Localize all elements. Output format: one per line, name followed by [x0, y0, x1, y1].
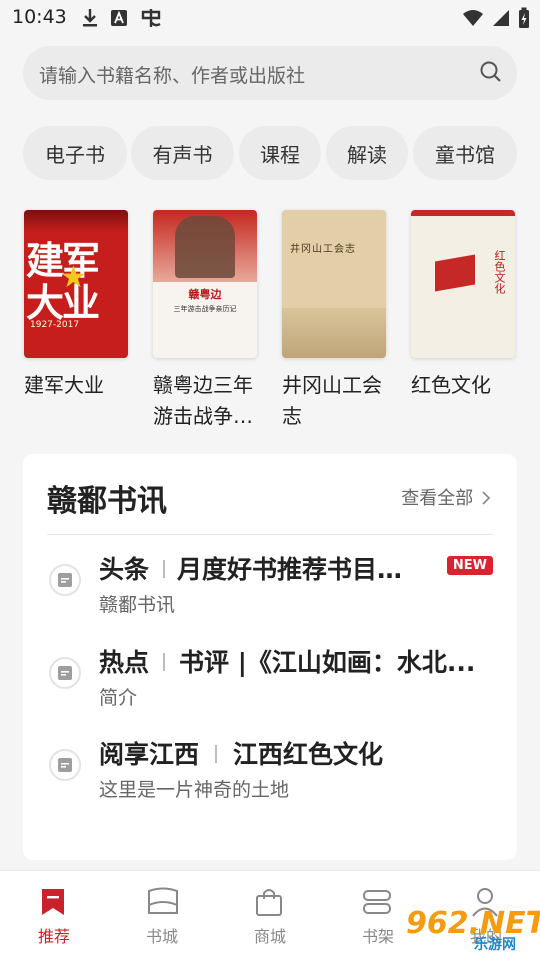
- cover-years: 1927-2017: [30, 320, 80, 330]
- bookmark-icon[interactable]: [38, 887, 68, 921]
- news-subtitle: 简介: [99, 687, 138, 709]
- news-tag[interactable]: 阅享江西: [99, 735, 199, 771]
- nav-label[interactable]: 商城: [216, 923, 324, 947]
- book-title[interactable]: 井冈山工会志: [282, 370, 394, 432]
- status-bar: 10:43: [0, 0, 540, 38]
- category-ebook[interactable]: 电子书: [23, 126, 127, 180]
- watermark-text: 962.NET: [406, 906, 540, 941]
- category-interpretation[interactable]: 解读: [326, 126, 408, 180]
- search-placeholder[interactable]: 请输入书籍名称、作者或出版社: [39, 61, 305, 88]
- separator: [163, 560, 165, 578]
- star-icon: ★: [60, 260, 87, 295]
- news-card: 赣鄱书讯 查看全部 头条 月度好书推荐书目（... NEW 赣鄱书讯 热点 书评…: [23, 454, 517, 860]
- book-cover[interactable]: 赣粤边 三年游击战争亲历记: [153, 210, 257, 358]
- new-badge: NEW: [446, 556, 493, 575]
- font-a-icon: [110, 9, 128, 31]
- nav-label[interactable]: 推荐: [0, 923, 108, 947]
- search-bar[interactable]: 请输入书籍名称、作者或出版社: [23, 46, 517, 100]
- watermark-logo: 962.NET 乐游网: [400, 906, 540, 956]
- category-children[interactable]: 童书馆: [413, 126, 517, 180]
- article-icon: [49, 564, 81, 596]
- nav-label[interactable]: 书城: [108, 923, 216, 947]
- shopping-bag-icon[interactable]: [254, 887, 284, 921]
- battery-charging-icon: [518, 7, 530, 33]
- book-title[interactable]: 红色文化: [411, 370, 523, 401]
- book-card[interactable]: 井冈山工会志 井冈山工会志: [282, 210, 392, 432]
- news-subtitle: 这里是一片神奇的土地: [99, 779, 290, 801]
- watermark-subtext: 乐游网: [474, 937, 516, 953]
- book-cover[interactable]: 建军 大业 ★ 1927-2017: [24, 210, 128, 358]
- view-all-link[interactable]: 查看全部: [401, 484, 491, 510]
- news-heading: 赣鄱书讯: [47, 484, 167, 519]
- nav-mall[interactable]: 商城: [216, 871, 324, 960]
- status-time: 10:43: [12, 6, 67, 28]
- search-icon[interactable]: [479, 60, 503, 88]
- book-card[interactable]: 赣粤边 三年游击战争亲历记 赣粤边三年游击战争…: [153, 210, 263, 432]
- view-all-label[interactable]: 查看全部: [401, 488, 473, 509]
- category-audiobook[interactable]: 有声书: [131, 126, 234, 180]
- book-card[interactable]: 红色文化 红色文化: [411, 210, 521, 401]
- book-title[interactable]: 赣粤边三年游击战争…: [153, 370, 265, 432]
- news-title[interactable]: 江西红色文化: [233, 735, 491, 771]
- bookshelf-icon[interactable]: [362, 887, 392, 921]
- nav-bookstore[interactable]: 书城: [108, 871, 216, 960]
- cover-title: 赣粤边: [188, 288, 222, 301]
- news-title[interactable]: 书评 |《江山如画：水北...: [179, 643, 491, 679]
- news-item[interactable]: 热点 书评 |《江山如画：水北... 简介: [47, 643, 493, 723]
- book-cover[interactable]: 红色文化: [411, 210, 515, 358]
- signal-icon: [492, 9, 510, 31]
- news-item[interactable]: 阅享江西 江西红色文化 这里是一片神奇的土地: [47, 735, 493, 815]
- article-icon: [49, 749, 81, 781]
- book-cover[interactable]: 井冈山工会志: [282, 210, 386, 358]
- divider: [47, 534, 493, 535]
- app-notification-icon: [140, 7, 162, 33]
- separator: [215, 745, 217, 763]
- wifi-icon: [462, 9, 484, 31]
- cover-title: 井冈山工会志: [290, 244, 356, 255]
- nav-recommend[interactable]: 推荐: [0, 871, 108, 960]
- category-course[interactable]: 课程: [239, 126, 321, 180]
- separator: [163, 653, 165, 671]
- news-subtitle: 赣鄱书讯: [99, 594, 176, 616]
- news-item[interactable]: 头条 月度好书推荐书目（... NEW 赣鄱书讯: [47, 550, 493, 630]
- cover-subtitle: 三年游击战争亲历记: [173, 305, 237, 313]
- cover-title: 红色文化: [493, 250, 506, 294]
- bookstore-icon[interactable]: [146, 887, 180, 921]
- book-title[interactable]: 建军大业: [24, 370, 136, 401]
- download-icon: [82, 8, 98, 32]
- news-title[interactable]: 月度好书推荐书目（...: [177, 550, 427, 586]
- book-card[interactable]: 建军 大业 ★ 1927-2017 建军大业: [24, 210, 134, 401]
- chevron-right-icon[interactable]: [479, 488, 491, 509]
- article-icon: [49, 657, 81, 689]
- news-tag[interactable]: 头条: [99, 550, 149, 586]
- news-tag[interactable]: 热点: [99, 643, 149, 679]
